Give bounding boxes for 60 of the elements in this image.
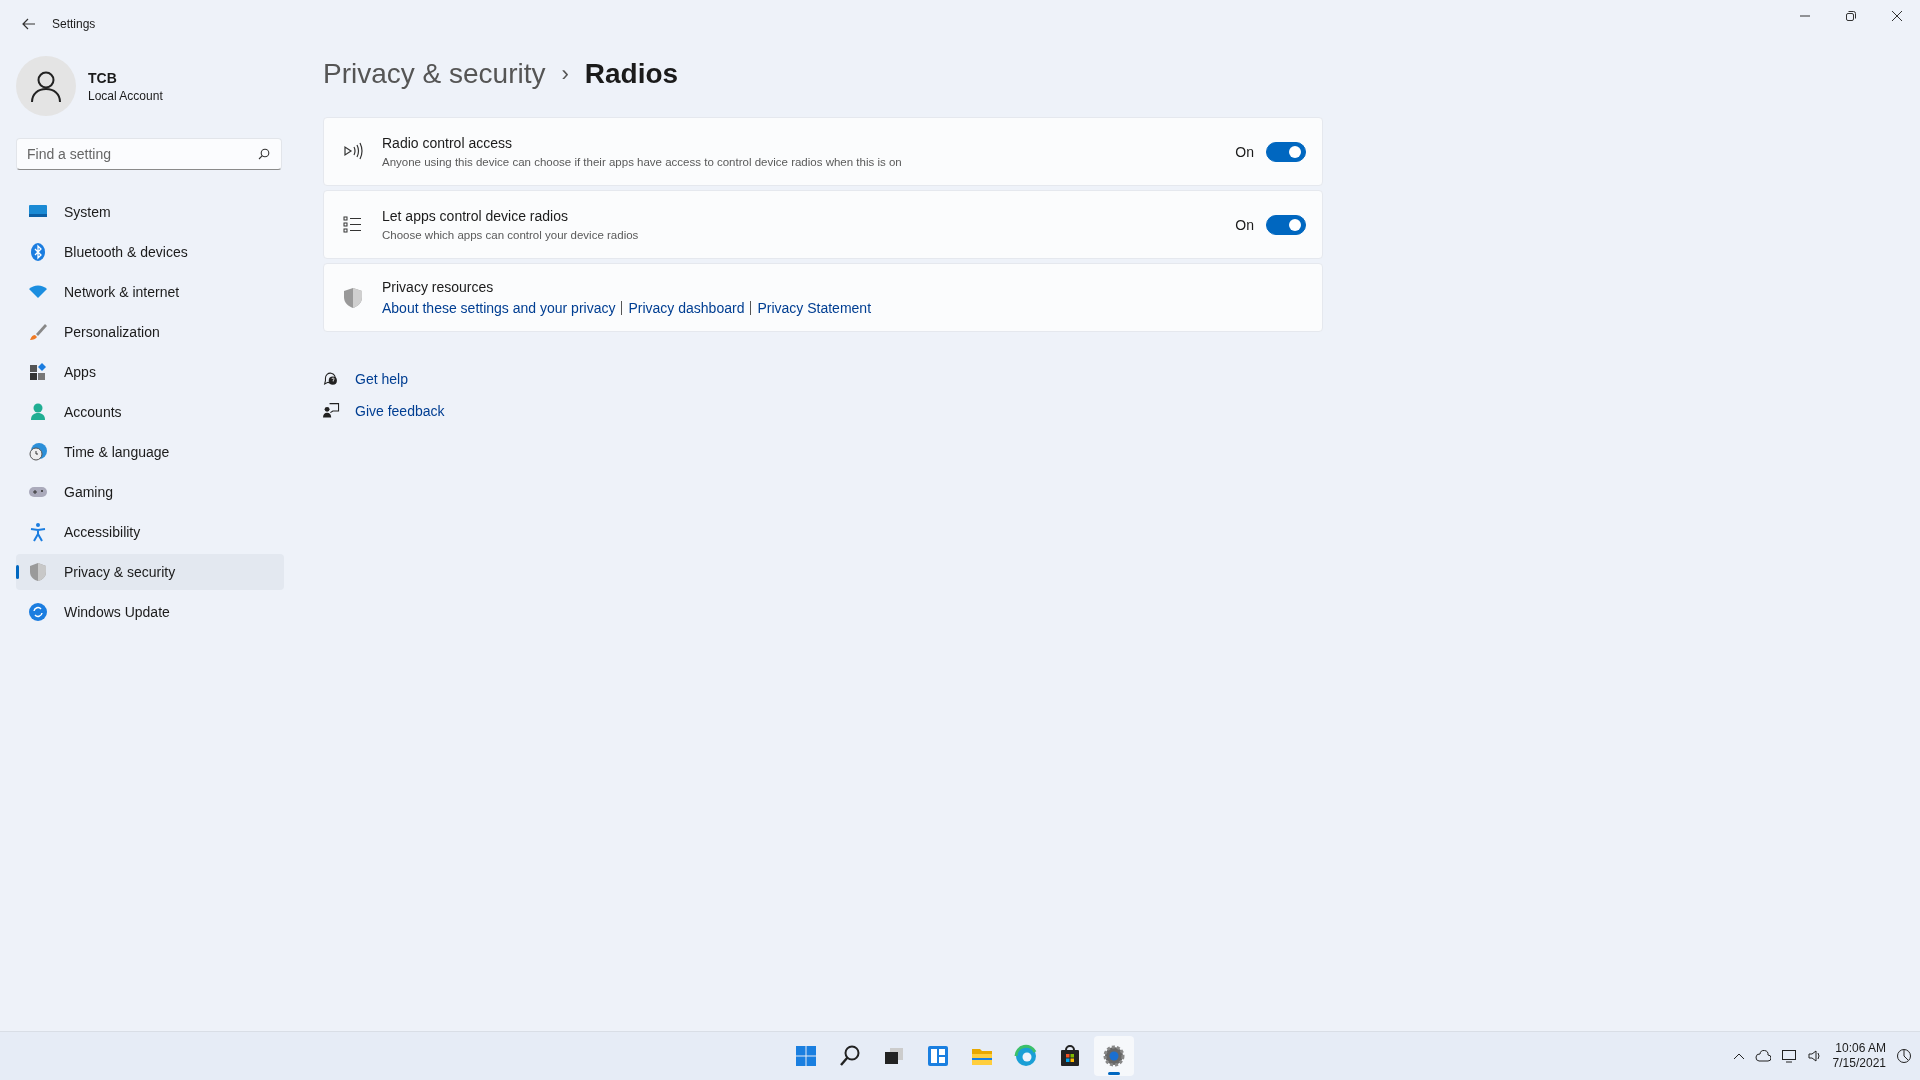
close-icon <box>1891 10 1903 22</box>
toggle-state-label: On <box>1235 216 1254 233</box>
search-field[interactable]: Find a setting <box>16 138 282 170</box>
nav-item[interactable]: Personalization <box>16 314 284 350</box>
brush-icon <box>28 322 48 342</box>
setting-title: Let apps control device radios <box>382 208 569 224</box>
nav-item[interactable]: Gaming <box>16 474 284 510</box>
back-arrow-icon <box>22 18 36 30</box>
link[interactable]: About these settings and your privacy <box>382 300 616 316</box>
setting-description: Anyone using this device can choose if their apps have access to control device radios when this is on <box>382 156 903 168</box>
nav-item[interactable]: Apps <box>16 354 284 390</box>
search-icon <box>258 148 270 160</box>
toggle-state-label: On <box>1235 143 1254 160</box>
start-icon <box>794 1044 818 1068</box>
nav-item[interactable]: Accounts <box>16 394 284 430</box>
link[interactable]: Privacy Statement <box>757 300 872 316</box>
settings-icon <box>1102 1044 1126 1068</box>
link[interactable]: Give feedback <box>355 403 445 419</box>
breadcrumb-separator: › <box>561 61 569 87</box>
link[interactable]: Privacy dashboard <box>628 300 745 316</box>
link[interactable]: Get help <box>355 371 408 387</box>
toggle-switch[interactable] <box>1266 214 1306 235</box>
shield-icon <box>342 286 364 309</box>
nav-item[interactable]: System <box>16 194 284 230</box>
widgets-icon <box>926 1044 950 1068</box>
setting-title: Radio control access <box>382 135 513 151</box>
window-title: Settings <box>52 17 96 31</box>
toggle-switch[interactable] <box>1266 141 1306 162</box>
search-icon <box>838 1044 862 1068</box>
browser-icon <box>1014 1044 1038 1068</box>
nav-item[interactable]: Privacy & security <box>16 554 284 590</box>
nav-item[interactable]: Bluetooth & devices <box>16 234 284 270</box>
breadcrumb-parent[interactable]: Privacy & security <box>323 58 546 90</box>
volume-icon[interactable] <box>1806 1049 1823 1063</box>
setting-description: Choose which apps can control your device radios <box>382 229 640 241</box>
nav-item[interactable]: Time & language <box>16 434 284 470</box>
bluetooth-icon <box>28 242 48 262</box>
nav-item[interactable]: Network & internet <box>16 274 284 310</box>
account-type: Local Account <box>88 88 163 103</box>
page-title: Radios <box>584 58 679 90</box>
clock-time[interactable]: 10:06 AM <box>1835 1041 1886 1056</box>
person-icon <box>28 402 48 422</box>
store-icon <box>1058 1044 1082 1068</box>
nav-item[interactable]: Windows Update <box>16 594 284 630</box>
network-icon[interactable] <box>1780 1049 1797 1063</box>
clock-icon <box>28 442 48 462</box>
feedback-icon <box>323 402 341 420</box>
chevron-icon[interactable] <box>1732 1052 1745 1060</box>
shield-icon <box>28 562 48 582</box>
accessibility-icon <box>28 522 48 542</box>
update-icon <box>28 602 48 622</box>
clock-date[interactable]: 7/15/2021 <box>1832 1056 1886 1071</box>
apps-icon <box>28 362 48 382</box>
account-name: TCB <box>88 69 118 86</box>
notification-icon[interactable] <box>1896 1048 1912 1064</box>
list-icon <box>342 213 364 236</box>
nav-item[interactable]: Accessibility <box>16 514 284 550</box>
cloud-icon[interactable] <box>1754 1050 1771 1062</box>
restore-icon <box>1845 10 1857 22</box>
resources-title: Privacy resources <box>382 279 495 295</box>
